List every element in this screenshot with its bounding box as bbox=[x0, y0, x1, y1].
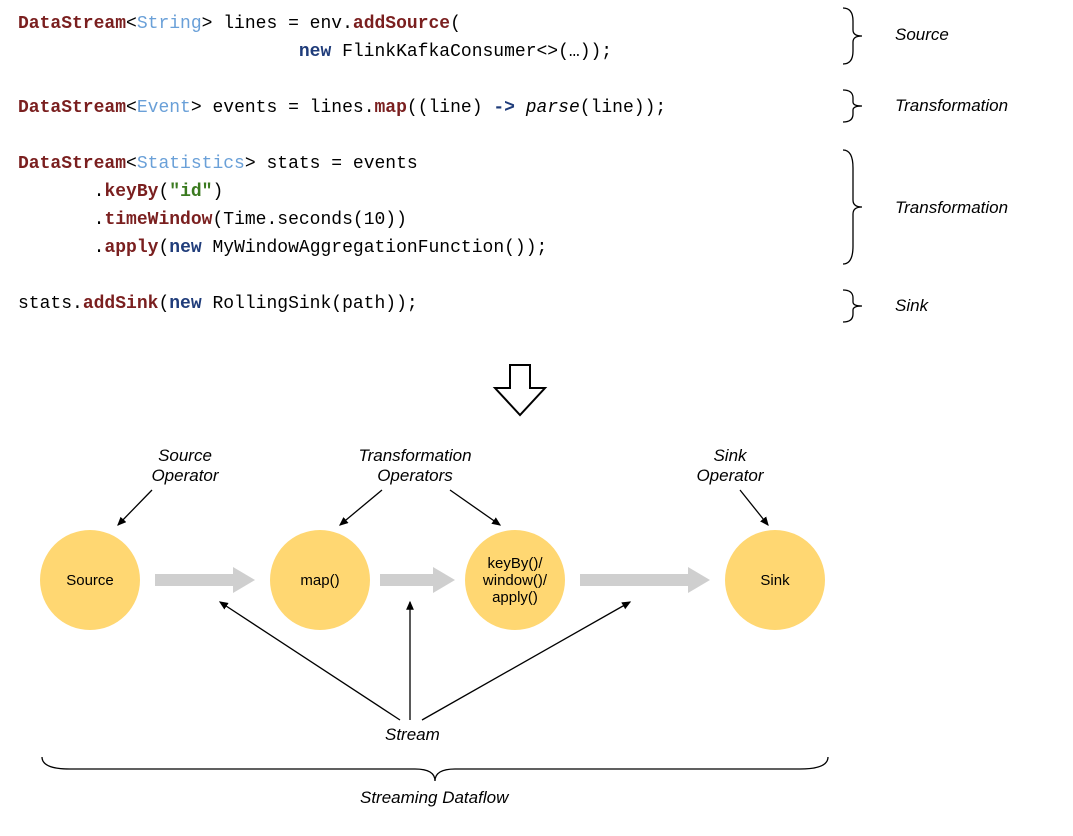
code-text: . bbox=[94, 210, 105, 230]
code-text: ((line) bbox=[407, 98, 493, 118]
down-arrow-icon bbox=[490, 360, 550, 420]
node-text: Sink bbox=[760, 572, 789, 589]
code-text: addSource bbox=[353, 14, 450, 34]
code-text: ( bbox=[450, 14, 461, 34]
code-text: new bbox=[299, 42, 331, 62]
code-block: DataStream<String> lines = env.addSource… bbox=[18, 10, 666, 318]
brace-dataflow bbox=[40, 755, 830, 790]
brace-sink bbox=[840, 288, 870, 329]
code-text: String bbox=[137, 14, 202, 34]
code-text: -> bbox=[493, 98, 515, 118]
brace-source bbox=[840, 6, 870, 71]
brace-transform2 bbox=[840, 148, 870, 271]
label-sink: Sink bbox=[895, 296, 928, 316]
code-text: MyWindowAggregationFunction()); bbox=[202, 238, 548, 258]
code-text: (Time.seconds(10)) bbox=[212, 210, 406, 230]
code-text: ( bbox=[158, 182, 169, 202]
code-text: new bbox=[169, 294, 201, 314]
code-text: Statistics bbox=[137, 154, 245, 174]
label-stream: Stream bbox=[385, 725, 440, 745]
node-text: keyBy()/ window()/ apply() bbox=[483, 555, 547, 606]
code-text: "id" bbox=[169, 182, 212, 202]
dataflow-diagram: Source Operator Transformation Operators… bbox=[10, 440, 890, 820]
node-text: Source bbox=[66, 572, 114, 589]
label-transform1: Transformation bbox=[895, 96, 1008, 116]
node-text: map() bbox=[300, 572, 339, 589]
code-text: addSink bbox=[83, 294, 159, 314]
code-text: > events = lines. bbox=[191, 98, 375, 118]
code-text: . bbox=[94, 182, 105, 202]
node-map: map() bbox=[270, 530, 370, 630]
label-dataflow: Streaming Dataflow bbox=[360, 788, 508, 808]
stream-arrow bbox=[380, 571, 455, 589]
code-text: DataStream bbox=[18, 98, 126, 118]
node-keyby: keyBy()/ window()/ apply() bbox=[465, 530, 565, 630]
code-text: apply bbox=[104, 238, 158, 258]
code-text: DataStream bbox=[18, 14, 126, 34]
stream-arrow bbox=[155, 571, 255, 589]
code-text: parse bbox=[526, 98, 580, 118]
label-source: Source bbox=[895, 25, 949, 45]
node-source: Source bbox=[40, 530, 140, 630]
code-text: (line)); bbox=[580, 98, 666, 118]
code-text: > stats = events bbox=[245, 154, 418, 174]
code-text: stats. bbox=[18, 294, 83, 314]
code-text: DataStream bbox=[18, 154, 126, 174]
label-transform2: Transformation bbox=[895, 198, 1008, 218]
node-sink: Sink bbox=[725, 530, 825, 630]
code-text: ( bbox=[158, 238, 169, 258]
code-text: keyBy bbox=[104, 182, 158, 202]
code-text: new bbox=[169, 238, 201, 258]
code-text: ) bbox=[212, 182, 223, 202]
code-text: timeWindow bbox=[104, 210, 212, 230]
code-text: FlinkKafkaConsumer<>(…)); bbox=[331, 42, 612, 62]
brace-transform1 bbox=[840, 88, 870, 129]
code-text bbox=[515, 98, 526, 118]
code-text: . bbox=[94, 238, 105, 258]
code-text: RollingSink(path)); bbox=[202, 294, 418, 314]
code-text: ( bbox=[158, 294, 169, 314]
code-text: map bbox=[375, 98, 407, 118]
code-text: Event bbox=[137, 98, 191, 118]
code-text: > lines = env. bbox=[202, 14, 353, 34]
stream-arrow bbox=[580, 571, 710, 589]
